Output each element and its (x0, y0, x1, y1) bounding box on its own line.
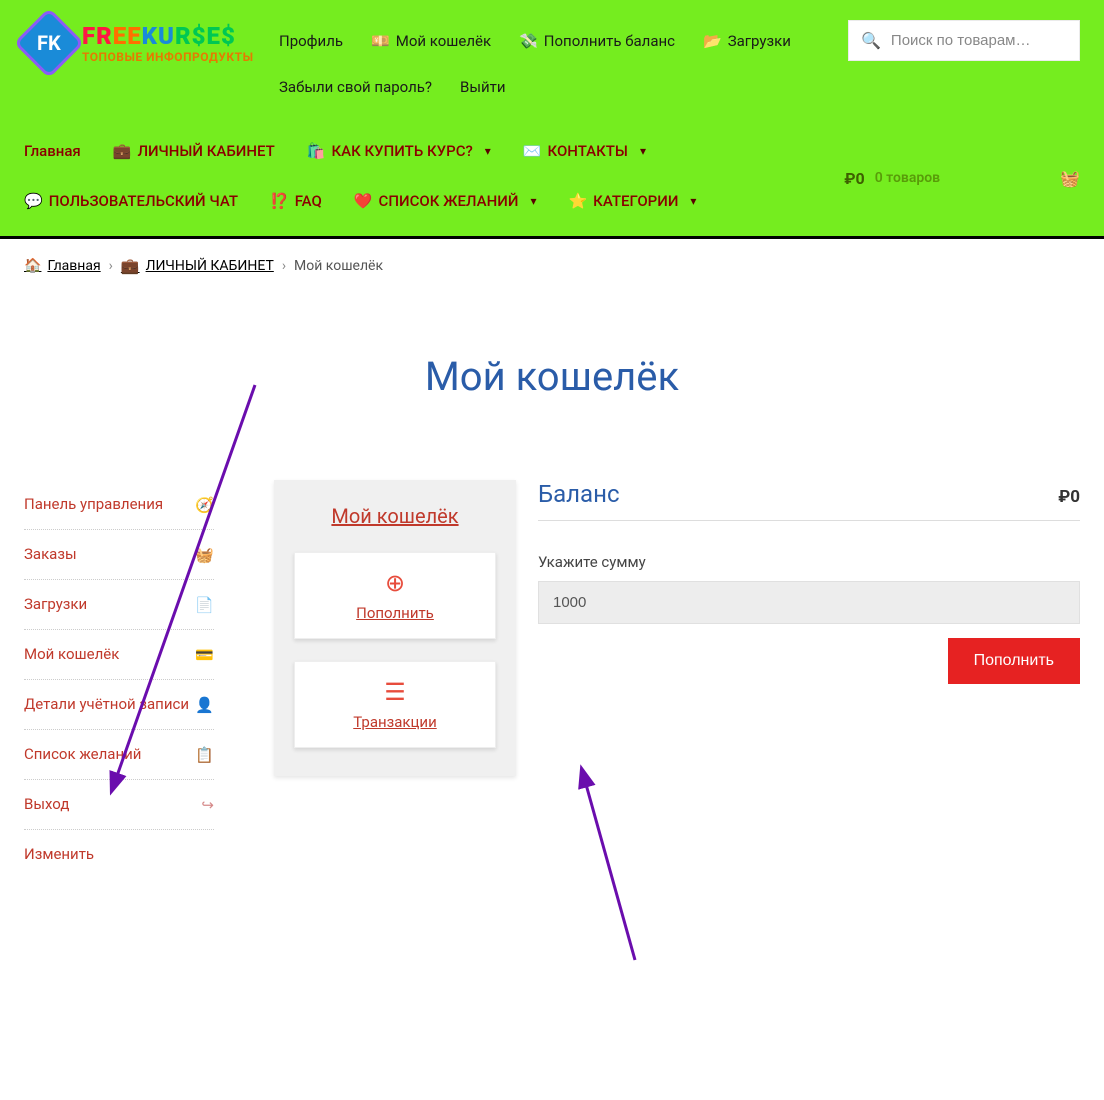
nav-howbuy[interactable]: 🛍️КАК КУПИТЬ КУРС?▾ (307, 142, 491, 160)
nav-categories[interactable]: ⭐КАТЕГОРИИ▾ (568, 192, 696, 210)
star-icon: ⭐ (568, 192, 587, 210)
nav-contacts[interactable]: ✉️КОНТАКТЫ▾ (523, 142, 646, 160)
top-menu-forgot[interactable]: Забыли свой пароль? (279, 78, 432, 96)
home-icon: 🏠 (24, 258, 41, 274)
list-icon: ☰ (311, 678, 479, 706)
cart-amount: ₽0 (844, 169, 864, 188)
wallet-transactions-button[interactable]: ☰ Транзакции (294, 661, 496, 748)
amount-label: Укажите сумму (538, 553, 1080, 571)
briefcase-icon: 💼 (113, 142, 132, 160)
sidebar-item-change[interactable]: Изменить (24, 830, 214, 879)
exclaim-icon: ⁉️ (270, 192, 289, 210)
amount-input[interactable] (538, 581, 1080, 624)
search-input[interactable] (891, 32, 1067, 49)
heart-icon: ❤️ (354, 192, 373, 210)
sidebar-item-downloads[interactable]: Загрузки📄 (24, 580, 214, 630)
search[interactable]: 🔍 (848, 20, 1080, 61)
bags-icon: 🛍️ (307, 142, 326, 160)
chevron-down-icon: ▾ (530, 194, 536, 208)
page-title: Мой кошелёк (0, 353, 1104, 400)
wallet-icon: 💳 (195, 646, 214, 664)
logo-subtitle: ТОПОВЫЕ ИНФОПРОДУКТЫ (82, 50, 254, 64)
yen-icon: 💴 (371, 32, 390, 50)
nav-chat[interactable]: 💬ПОЛЬЗОВАТЕЛЬСКИЙ ЧАТ (24, 192, 238, 210)
sidebar-item-dashboard[interactable]: Панель управления🧭 (24, 480, 214, 530)
top-menu-topup[interactable]: 💸Пополнить баланс (519, 32, 675, 50)
chevron-down-icon: ▾ (690, 194, 696, 208)
file-icon: 📄 (195, 596, 214, 614)
balance-amount: ₽0 (1058, 487, 1080, 507)
basket-icon: 🧺 (1060, 169, 1080, 188)
briefcase-icon: 💼 (121, 257, 140, 275)
sidebar-item-account[interactable]: Детали учётной записи👤 (24, 680, 214, 730)
money-wings-icon: 💸 (519, 32, 538, 50)
wallet-panel-title: Мой кошелёк (294, 504, 496, 528)
breadcrumb: 🏠Главная › 💼ЛИЧНЫЙ КАБИНЕТ › Мой кошелёк (0, 239, 1104, 293)
cart-items: 0 товаров (875, 170, 940, 186)
account-sidebar: Панель управления🧭 Заказы🧺 Загрузки📄 Мой… (24, 480, 214, 879)
nav-home[interactable]: Главная (24, 142, 81, 160)
plus-circle-icon: ⊕ (311, 569, 479, 597)
top-menu-profile[interactable]: Профиль (279, 32, 343, 50)
cart[interactable]: ₽0 0 товаров 🧺 (844, 169, 1080, 188)
list-icon: 📋 (195, 746, 214, 764)
folder-icon: 📂 (703, 32, 722, 50)
envelope-icon: ✉️ (523, 142, 542, 160)
wallet-panel: Мой кошелёк ⊕ Пополнить ☰ Транзакции (274, 480, 516, 776)
sidebar-item-wishlist[interactable]: Список желаний📋 (24, 730, 214, 780)
chevron-down-icon: ▾ (485, 144, 491, 158)
top-menu-downloads[interactable]: 📂Загрузки (703, 32, 791, 50)
nav-account[interactable]: 💼ЛИЧНЫЙ КАБИНЕТ (113, 142, 275, 160)
chevron-down-icon: ▾ (640, 144, 646, 158)
topup-submit-button[interactable]: Пополнить (948, 638, 1080, 684)
nav-faq[interactable]: ⁉️FAQ (270, 192, 322, 210)
logo[interactable]: FK FREEKUR$E$ ТОПОВЫЕ ИНФОПРОДУКТЫ (24, 18, 279, 68)
wallet-topup-button[interactable]: ⊕ Пополнить (294, 552, 496, 639)
dashboard-icon: 🧭 (195, 496, 214, 514)
top-menu-logout[interactable]: Выйти (460, 78, 506, 96)
sidebar-item-orders[interactable]: Заказы🧺 (24, 530, 214, 580)
search-icon: 🔍 (861, 31, 881, 50)
user-icon: 👤 (195, 696, 214, 714)
balance-label: Баланс (538, 480, 620, 508)
breadcrumb-current: Мой кошелёк (294, 258, 383, 274)
breadcrumb-account[interactable]: 💼ЛИЧНЫЙ КАБИНЕТ (121, 257, 274, 275)
sidebar-item-wallet[interactable]: Мой кошелёк💳 (24, 630, 214, 680)
basket-icon: 🧺 (195, 546, 214, 564)
nav-wishlist[interactable]: ❤️СПИСОК ЖЕЛАНИЙ▾ (354, 192, 537, 210)
logout-icon: ↪ (201, 796, 214, 814)
logo-title: FREEKUR$E$ (82, 22, 254, 50)
logo-badge-icon: FK (14, 8, 85, 79)
breadcrumb-home[interactable]: 🏠Главная (24, 258, 101, 274)
speech-icon: 💬 (24, 192, 43, 210)
top-menu-wallet[interactable]: 💴Мой кошелёк (371, 32, 491, 50)
sidebar-item-logout[interactable]: Выход↪ (24, 780, 214, 830)
